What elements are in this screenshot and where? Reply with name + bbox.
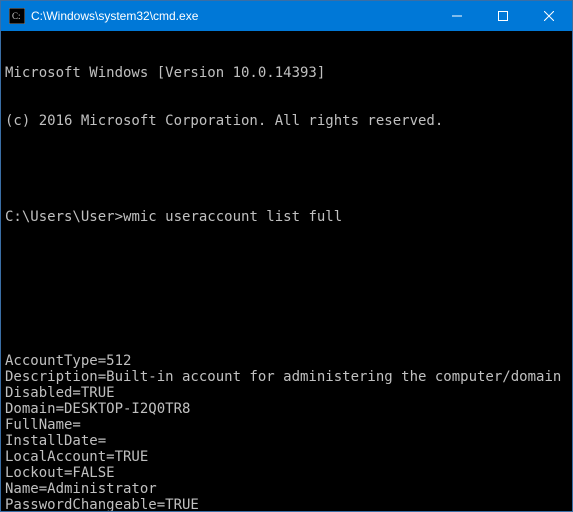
account-field-fullname: FullName= — [5, 417, 568, 433]
account-field-localaccount: LocalAccount=TRUE — [5, 449, 568, 465]
blank-line — [5, 305, 568, 321]
banner-line: (c) 2016 Microsoft Corporation. All righ… — [5, 113, 568, 129]
banner-line: Microsoft Windows [Version 10.0.14393] — [5, 65, 568, 81]
titlebar[interactable]: C: C:\Windows\system32\cmd.exe — [1, 1, 572, 31]
account-field-lockout: Lockout=FALSE — [5, 465, 568, 481]
blank-line — [5, 257, 568, 273]
close-button[interactable] — [526, 1, 572, 31]
svg-text:C:: C: — [12, 11, 21, 21]
account-field-disabled: Disabled=TRUE — [5, 385, 568, 401]
account-field-passwordchangeable: PasswordChangeable=TRUE — [5, 497, 568, 511]
prompt-line: C:\Users\User>wmic useraccount list full — [5, 209, 568, 225]
account-block-0: AccountType=512Description=Built-in acco… — [5, 353, 568, 511]
minimize-button[interactable] — [434, 1, 480, 31]
maximize-button[interactable] — [480, 1, 526, 31]
cmd-icon: C: — [9, 8, 25, 24]
prompt-command: wmic useraccount list full — [123, 209, 342, 225]
window-title: C:\Windows\system32\cmd.exe — [31, 9, 434, 23]
account-field-installdate: InstallDate= — [5, 433, 568, 449]
cmd-window: C: C:\Windows\system32\cmd.exe Microsoft… — [0, 0, 573, 512]
account-field-description: Description=Built-in account for adminis… — [5, 369, 568, 385]
window-controls — [434, 1, 572, 31]
terminal-content[interactable]: Microsoft Windows [Version 10.0.14393] (… — [1, 31, 572, 511]
account-field-name: Name=Administrator — [5, 481, 568, 497]
account-field-accounttype: AccountType=512 — [5, 353, 568, 369]
blank-line — [5, 161, 568, 177]
prompt-cwd: C:\Users\User> — [5, 209, 123, 225]
account-field-domain: Domain=DESKTOP-I2Q0TR8 — [5, 401, 568, 417]
